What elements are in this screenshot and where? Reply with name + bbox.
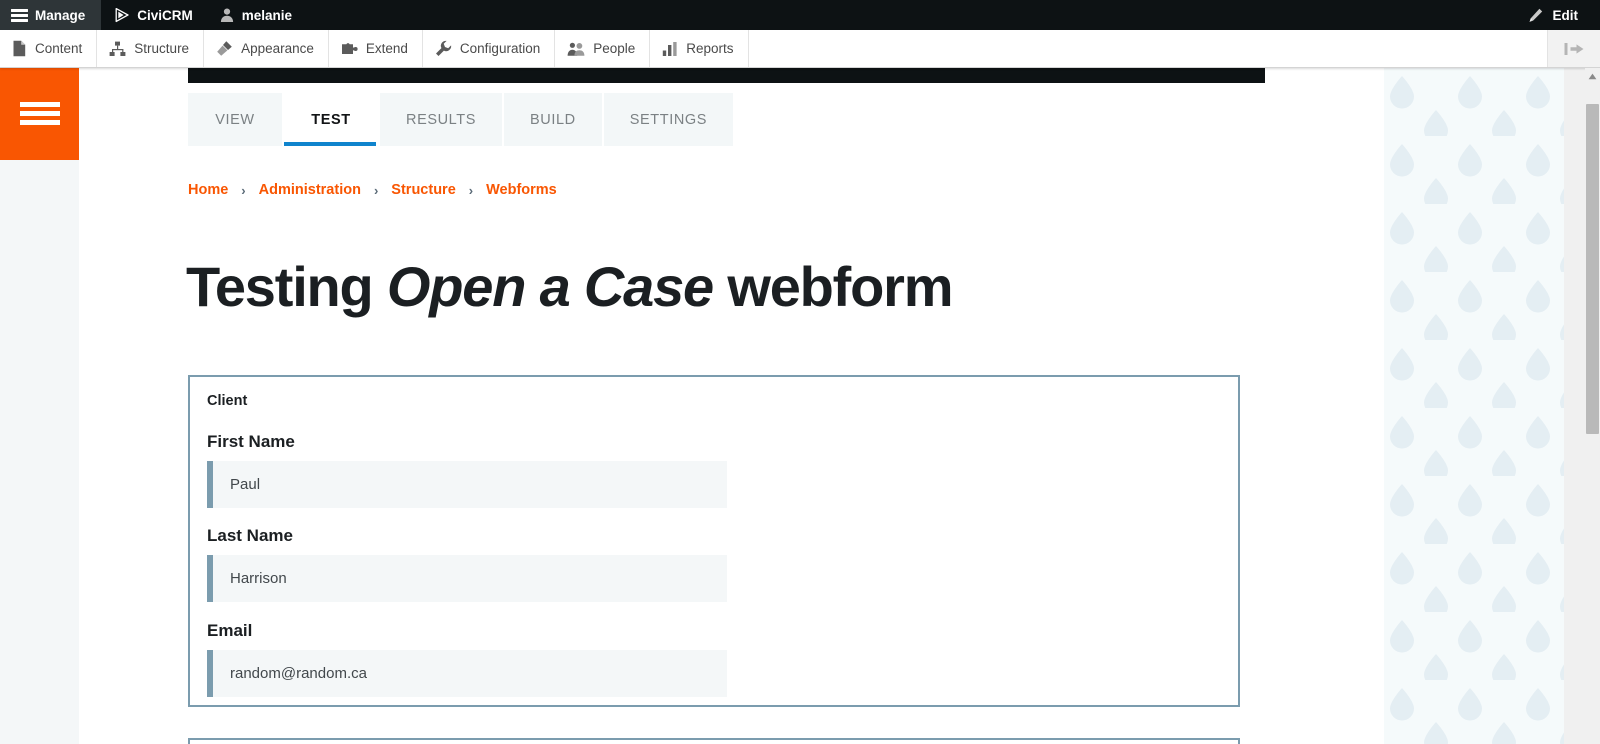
form-section-client: Client First Name Paul Last Name Harriso… — [188, 375, 1240, 707]
page-canvas: VIEW TEST RESULTS BUILD SETTINGS Home › … — [79, 68, 1600, 744]
form-section-next — [188, 738, 1240, 744]
field-email-value[interactable]: random@random.ca — [207, 650, 727, 697]
admin-menu-configuration-label: Configuration — [459, 41, 541, 56]
toolbar-item-user-label: melanie — [241, 7, 293, 23]
user-icon — [219, 7, 235, 23]
form-section-legend: Client — [207, 393, 248, 409]
breadcrumb-separator: › — [241, 182, 246, 198]
sidebar-menu-toggle[interactable] — [0, 68, 79, 160]
collapse-toolbar-button[interactable] — [1548, 30, 1600, 67]
admin-menu-reports-label: Reports — [686, 41, 734, 56]
scrollbar-up-arrow[interactable] — [1585, 68, 1600, 84]
droplet-icon — [1384, 68, 1564, 744]
admin-menu-structure-label: Structure — [134, 41, 190, 56]
admin-menu-extend[interactable]: Extend — [329, 30, 423, 67]
admin-menu-content-label: Content — [35, 41, 83, 56]
page-title: Testing Open a Case webform — [186, 254, 953, 319]
sitemap-icon — [109, 41, 126, 57]
tab-settings-label: SETTINGS — [629, 111, 708, 128]
admin-menu-people-label: People — [593, 41, 636, 56]
field-first-name: First Name Paul — [207, 432, 1207, 508]
breadcrumb-separator: › — [373, 182, 379, 198]
tab-test-label: TEST — [311, 111, 351, 128]
toolbar-item-civicrm-label: CiviCRM — [137, 7, 193, 23]
scrollbar-thumb[interactable] — [1586, 104, 1599, 434]
pencil-icon — [1527, 7, 1544, 24]
field-first-name-label: First Name — [207, 432, 295, 451]
admin-menu-appearance[interactable]: Appearance — [204, 30, 329, 67]
field-last-name: Last Name Harrison — [207, 526, 1207, 602]
tab-build[interactable]: BUILD — [504, 93, 604, 146]
tab-results[interactable]: RESULTS — [380, 93, 505, 146]
admin-menu-extend-label: Extend — [365, 41, 408, 56]
edit-button-label: Edit — [1552, 7, 1579, 23]
page-title-suffix: webform — [712, 255, 953, 318]
droplet-pattern-panel — [1384, 68, 1564, 744]
document-icon — [12, 40, 27, 57]
breadcrumb-item-administration[interactable]: Administration — [259, 182, 361, 198]
toolbar-item-manage-label: Manage — [35, 7, 86, 23]
admin-menu-people[interactable]: People — [555, 30, 651, 67]
page-title-emphasis: Open a Case — [386, 255, 714, 318]
tab-results-label: RESULTS — [406, 111, 477, 128]
admin-menu-structure[interactable]: Structure — [97, 30, 205, 67]
admin-menu-filler — [749, 30, 1548, 67]
field-last-name-label: Last Name — [207, 526, 293, 545]
breadcrumb-item-structure[interactable]: Structure — [391, 182, 455, 198]
tab-view-label: VIEW — [215, 111, 255, 128]
admin-toolbar: Manage CiviCRM melanie Edit — [0, 0, 1600, 30]
breadcrumb: Home › Administration › Structure › Webf… — [188, 182, 557, 198]
tab-build-label: BUILD — [530, 111, 576, 128]
admin-menu-appearance-label: Appearance — [241, 41, 314, 56]
collapse-toolbar-icon — [1563, 41, 1585, 57]
toolbar-item-user[interactable]: melanie — [206, 0, 305, 30]
admin-menu-content[interactable]: Content — [0, 30, 98, 67]
tab-test[interactable]: TEST — [284, 93, 380, 146]
hamburger-icon — [11, 8, 28, 22]
tab-view[interactable]: VIEW — [188, 93, 284, 146]
bar-chart-icon — [662, 41, 678, 57]
civicrm-icon — [114, 7, 130, 23]
wrench-icon — [435, 40, 452, 57]
admin-menu-bar: Content Structure Appearance Extend Conf… — [0, 30, 1600, 68]
field-email-label: Email — [207, 621, 253, 640]
field-first-name-value[interactable]: Paul — [207, 461, 727, 508]
breadcrumb-item-webforms[interactable]: Webforms — [486, 182, 557, 198]
edit-button[interactable]: Edit — [1514, 0, 1600, 30]
page-title-prefix: Testing — [186, 255, 387, 318]
field-email: Email random@random.ca — [207, 621, 1207, 697]
menu-icon — [19, 102, 60, 126]
toolbar-item-civicrm[interactable]: CiviCRM — [101, 0, 206, 30]
sidebar-rail — [0, 160, 79, 744]
admin-menu-reports[interactable]: Reports — [650, 30, 749, 67]
page-scrollbar[interactable] — [1585, 68, 1600, 744]
breadcrumb-separator: › — [468, 182, 474, 198]
puzzle-icon — [341, 41, 358, 57]
paintbrush-icon — [216, 40, 233, 57]
webform-tabs: VIEW TEST RESULTS BUILD SETTINGS — [188, 93, 734, 146]
people-icon — [567, 41, 585, 57]
page-top-strip — [188, 68, 1265, 83]
breadcrumb-item-home[interactable]: Home — [188, 182, 228, 198]
triangle-up-icon — [1588, 73, 1597, 79]
toolbar-item-manage[interactable]: Manage — [0, 0, 102, 30]
field-last-name-value[interactable]: Harrison — [207, 555, 727, 602]
admin-menu-configuration[interactable]: Configuration — [423, 30, 556, 67]
tab-settings[interactable]: SETTINGS — [603, 93, 734, 146]
